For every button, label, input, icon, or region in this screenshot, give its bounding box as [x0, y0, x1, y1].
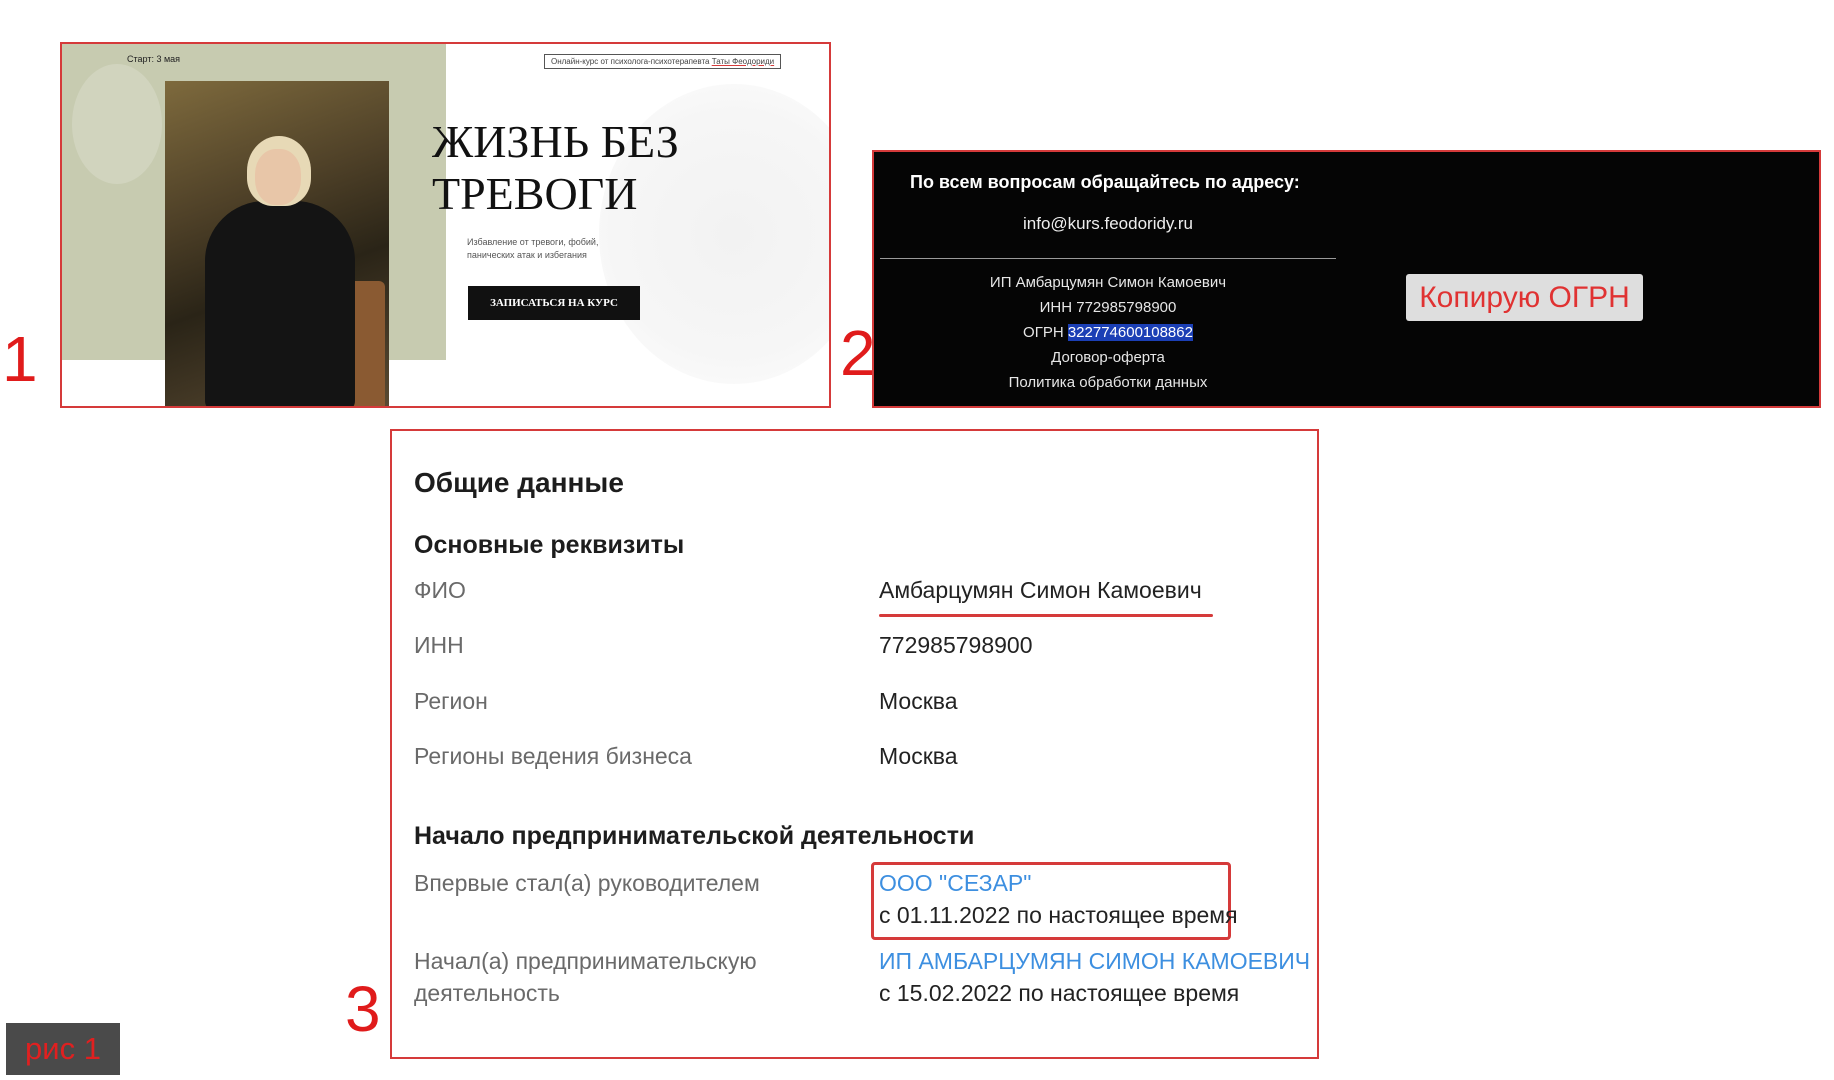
- figure-label-1: 1: [2, 323, 38, 395]
- registry-data-panel: Общие данные Основные реквизиты ФИО Амба…: [390, 429, 1319, 1059]
- figure-label-3: 3: [345, 973, 381, 1045]
- signup-button[interactable]: ЗАПИСАТЬСЯ НА КУРС: [468, 286, 640, 320]
- ogrn-line: ОГРН 322774600108862: [880, 324, 1336, 341]
- hero-subtitle: Избавление от тревоги, фобий, панических…: [467, 237, 599, 260]
- row-label-region: Регион: [414, 688, 488, 714]
- landing-page-panel: Старт: 3 мая Онлайн-курс от психолога-пс…: [60, 42, 831, 408]
- first-head-period: с 01.11.2022 по настоящее время: [879, 902, 1238, 928]
- started-period: с 15.02.2022 по настоящее время: [879, 980, 1240, 1006]
- ogrn-selected-value[interactable]: 322774600108862: [1067, 324, 1193, 341]
- fio-red-underline: [879, 614, 1213, 617]
- started-label-line2: деятельность: [414, 980, 560, 1006]
- row-value-inn: 772985798900: [879, 632, 1033, 658]
- footer-contacts-panel: По всем вопросам обращайтесь по адресу: …: [872, 150, 1821, 408]
- row-value-fio: Амбарцумян Симон Камоевич: [879, 577, 1202, 603]
- hero-title: ЖИЗНЬ БЕЗ ТРЕВОГИ: [432, 116, 679, 219]
- row-value-business-regions: Москва: [879, 743, 958, 769]
- inn-text: ИНН 772985798900: [1039, 299, 1177, 316]
- start-date: Старт: 3 мая: [127, 54, 181, 64]
- course-badge-text: Онлайн-курс от психолога-психотерапевта: [551, 57, 712, 66]
- offer-link[interactable]: Договор-оферта: [880, 349, 1336, 366]
- row-value-region: Москва: [879, 688, 958, 714]
- footer-divider: [880, 258, 1336, 259]
- hero-photo: [165, 81, 389, 406]
- first-head-label: Впервые стал(а) руководителем: [414, 870, 760, 896]
- contact-question: По всем вопросам обращайтесь по адресу:: [910, 172, 1300, 192]
- figure-caption-tag: рис 1: [6, 1023, 120, 1075]
- started-entity-link[interactable]: ИП АМБАРЦУМЯН СИМОН КАМОЕВИЧ: [879, 945, 1310, 977]
- first-head-company-link[interactable]: ООО "СЕЗАР": [879, 867, 1031, 899]
- row-label-fio: ФИО: [414, 577, 466, 603]
- leaf-shadow-decor: [72, 64, 162, 184]
- row-label-business-regions: Регионы ведения бизнеса: [414, 743, 692, 769]
- registry-title: Общие данные: [414, 467, 624, 498]
- figure-label-2: 2: [840, 317, 876, 389]
- ip-name: ИП Амбарцумян Симон Камоевич: [989, 274, 1227, 291]
- author-link[interactable]: Таты Феодориди: [712, 57, 774, 66]
- person-face-shape: [255, 149, 301, 205]
- registry-section-start: Начало предпринимательской деятельности: [414, 822, 975, 850]
- registry-section-main: Основные реквизиты: [414, 531, 685, 559]
- course-badge[interactable]: Онлайн-курс от психолога-психотерапевта …: [544, 54, 782, 69]
- row-label-inn: ИНН: [414, 632, 464, 658]
- started-label-line1: Начал(а) предпринимательскую: [414, 948, 757, 974]
- policy-link[interactable]: Политика обработки данных: [880, 374, 1336, 391]
- person-body-shape: [205, 201, 355, 406]
- contact-email-link[interactable]: info@kurs.feodoridy.ru: [958, 214, 1258, 234]
- copy-ogrn-button[interactable]: Копирую ОГРН: [1406, 274, 1643, 321]
- ogrn-label: ОГРН: [1023, 324, 1068, 341]
